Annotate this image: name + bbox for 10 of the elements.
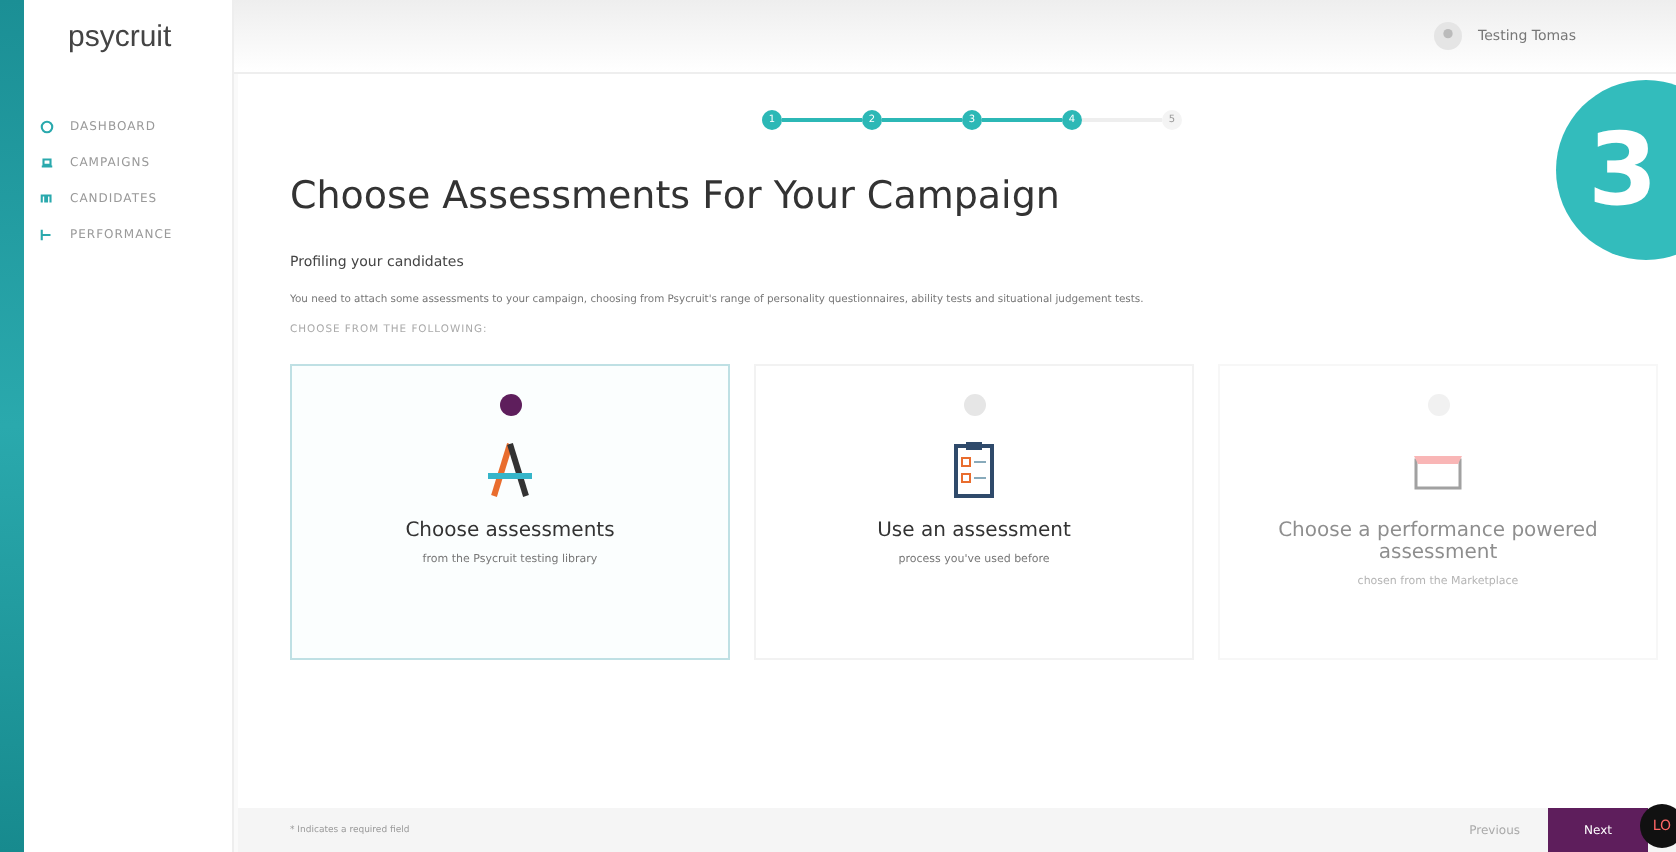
clock-icon — [40, 120, 54, 134]
option-title: Use an assessment — [875, 520, 1073, 542]
radio-button[interactable] — [499, 394, 521, 416]
compass-icon — [482, 440, 538, 500]
logo[interactable]: psycruit — [24, 0, 232, 72]
page-title: Choose Assessments For Your Campaign — [290, 174, 1062, 218]
option-title: Choose assessments — [403, 520, 617, 542]
avatar-icon[interactable] — [1434, 22, 1463, 50]
radio-button[interactable] — [963, 394, 985, 416]
option-title: Choose a performance powered assessment — [1276, 520, 1600, 564]
